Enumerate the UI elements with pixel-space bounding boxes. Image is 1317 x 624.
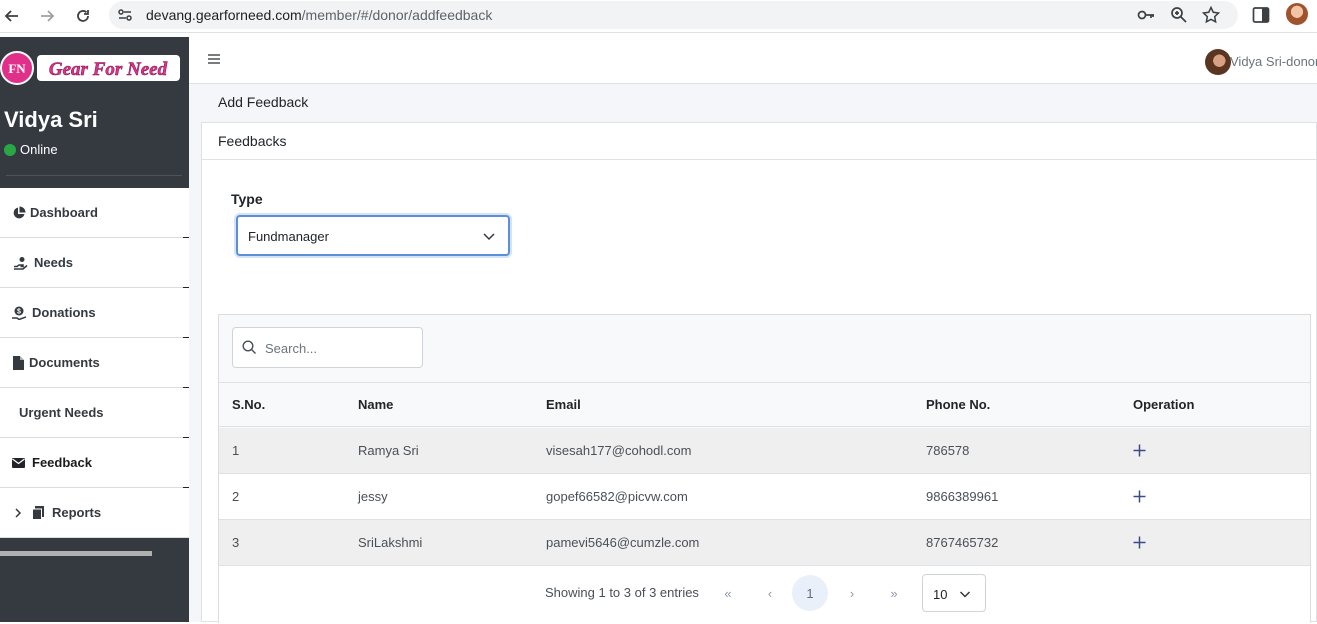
forward-icon[interactable] (37, 6, 57, 26)
feedback-card: Feedbacks Type Fundmanager S.No. Name Em… (201, 122, 1317, 624)
cell-phone: 9866389961 (926, 489, 999, 504)
zoom-icon[interactable] (1169, 5, 1189, 25)
prev-page-button[interactable]: ‹ (752, 575, 788, 611)
page-size-value: 10 (933, 587, 948, 602)
cell-name: Ramya Sri (358, 443, 419, 458)
feedback-table: S.No. Name Email Phone No. Operation 1 R… (218, 314, 1311, 624)
pie-chart-icon (12, 206, 26, 220)
url-text: devang.gearforneed.com/member/#/donor/ad… (146, 7, 493, 23)
sidebar-item-label: Reports (52, 505, 102, 520)
type-label: Type (231, 191, 263, 207)
user-avatar[interactable] (1205, 49, 1231, 75)
chevron-down-icon (482, 229, 496, 243)
column-header-email[interactable]: Email (546, 383, 581, 426)
browser-profile-avatar[interactable] (1286, 3, 1308, 25)
top-navbar: Vidya Sri-donor (189, 37, 1317, 84)
sidebar-item-label: Dashboard (30, 205, 98, 220)
cell-name: SriLakshmi (358, 535, 423, 550)
plus-icon[interactable] (1133, 536, 1146, 549)
sidebar-item-reports[interactable]: Reports (0, 488, 189, 538)
sidebar-item-dashboard[interactable]: Dashboard (0, 188, 189, 240)
add-feedback-button[interactable] (1133, 428, 1146, 473)
table-row: 2 jessy gopef66582@picvw.com 9866389961 (219, 474, 1310, 520)
cell-email: visesah177@cohodl.com (546, 443, 692, 458)
chevron-right-icon[interactable] (12, 506, 26, 520)
first-page-button[interactable]: « (710, 575, 746, 611)
site-settings-icon[interactable] (117, 7, 133, 23)
sidebar-item-label: Documents (29, 355, 100, 370)
add-feedback-button[interactable] (1133, 520, 1146, 565)
online-dot-icon (4, 143, 16, 156)
browser-toolbar: devang.gearforneed.com/member/#/donor/ad… (0, 0, 1317, 33)
donation-icon: $ (12, 306, 26, 320)
sidebar-divider (6, 175, 182, 176)
cell-sno: 2 (232, 489, 240, 504)
hand-holding-icon (14, 256, 28, 270)
document-icon (13, 355, 24, 370)
cell-email: pamevi5646@cumzle.com (546, 535, 700, 550)
top-user-label[interactable]: Vidya Sri-donor (1230, 54, 1317, 69)
hamburger-menu-icon[interactable] (207, 52, 221, 66)
sidebar-item-label: Urgent Needs (19, 405, 104, 420)
column-header-sno[interactable]: S.No. (232, 383, 265, 426)
cell-name: jessy (358, 489, 388, 504)
table-row: 1 Ramya Sri visesah177@cohodl.com 786578 (219, 428, 1310, 474)
svg-text:Gear For Need: Gear For Need (49, 59, 168, 80)
card-title: Feedbacks (202, 123, 1316, 160)
back-icon[interactable] (2, 6, 22, 26)
sidebar-item-donations[interactable]: $ Donations (0, 288, 189, 340)
table-header: S.No. Name Email Phone No. Operation (219, 382, 1310, 427)
sidebar-item-label: Needs (34, 255, 74, 270)
sidebar-scrollbar[interactable] (0, 551, 152, 556)
reload-icon[interactable] (73, 6, 93, 26)
type-select[interactable]: Fundmanager (236, 215, 510, 256)
cell-phone: 786578 (926, 443, 970, 458)
type-select-value: Fundmanager (248, 229, 329, 244)
sidebar: FN Gear For Need Vidya Sri Online Dashbo… (0, 37, 189, 622)
sidebar-item-documents[interactable]: Documents (0, 338, 189, 390)
cell-sno: 3 (232, 535, 240, 550)
online-status: Online (4, 142, 58, 157)
key-icon[interactable] (1136, 5, 1156, 25)
sidebar-item-label: Donations (32, 305, 96, 320)
svg-text:FN: FN (8, 61, 26, 76)
table-row: 3 SriLakshmi pamevi5646@cumzle.com 87674… (219, 520, 1310, 566)
search-input[interactable] (265, 338, 415, 358)
cell-phone: 8767465732 (926, 535, 999, 550)
last-page-button[interactable]: » (876, 575, 912, 611)
sidebar-menu: Dashboard Needs $ Donations Documents Ur… (0, 188, 189, 538)
sidebar-user-name: Vidya Sri (4, 107, 98, 132)
sidebar-item-label: Feedback (32, 455, 92, 470)
page-size-select[interactable]: 10 (922, 574, 986, 612)
column-header-name[interactable]: Name (358, 383, 393, 426)
sidebar-item-urgent-needs[interactable]: Urgent Needs (0, 388, 189, 440)
address-bar[interactable]: devang.gearforneed.com/member/#/donor/ad… (109, 1, 1238, 29)
add-feedback-button[interactable] (1133, 474, 1146, 519)
bookmark-star-icon[interactable] (1201, 5, 1221, 25)
search-field[interactable] (232, 327, 423, 368)
side-panel-icon[interactable] (1252, 6, 1270, 24)
cell-sno: 1 (232, 443, 240, 458)
table-footer: Showing 1 to 3 of 3 entries « ‹ 1 › » 10 (219, 566, 1310, 624)
copy-icon (32, 505, 46, 520)
plus-icon[interactable] (1133, 444, 1146, 457)
envelope-icon (12, 456, 26, 470)
column-header-operation: Operation (1133, 397, 1195, 412)
svg-text:$: $ (17, 308, 21, 315)
next-page-button[interactable]: › (834, 575, 870, 611)
sidebar-item-feedback[interactable]: Feedback (0, 438, 189, 490)
cell-email: gopef66582@picvw.com (546, 489, 688, 504)
online-status-label: Online (20, 142, 58, 157)
search-icon (242, 340, 257, 355)
main-content: Add Feedback Feedbacks Type Fundmanager … (189, 84, 1317, 624)
column-header-phone[interactable]: Phone No. (926, 383, 990, 426)
entries-info: Showing 1 to 3 of 3 entries (545, 585, 699, 600)
plus-icon[interactable] (1133, 490, 1146, 503)
chevron-down-icon (959, 587, 971, 599)
page-title: Add Feedback (218, 94, 309, 110)
brand-logo[interactable]: FN Gear For Need (0, 51, 182, 85)
page-number-button[interactable]: 1 (792, 575, 828, 611)
sidebar-item-needs[interactable]: Needs (0, 238, 189, 290)
